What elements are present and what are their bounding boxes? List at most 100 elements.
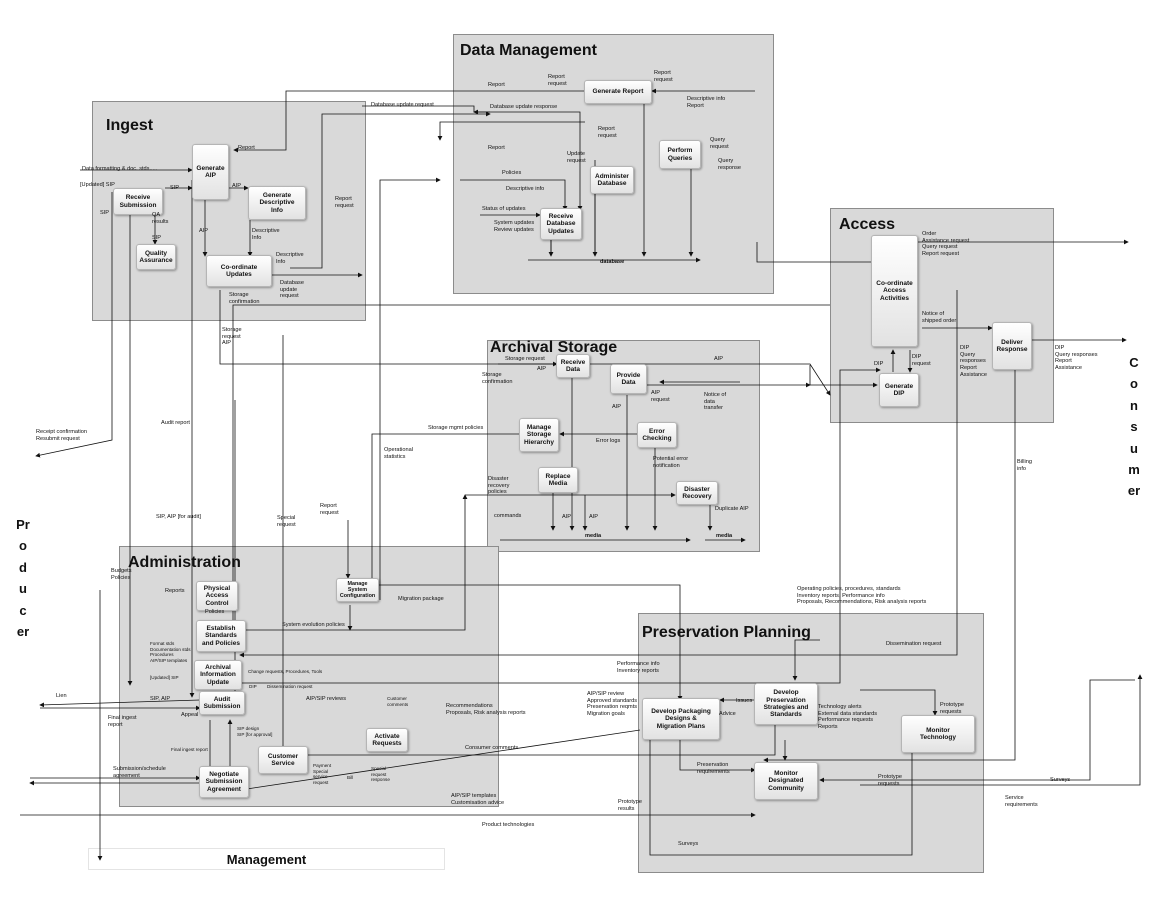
flow-label: Storage request AIP <box>222 327 242 347</box>
flow-label: Preservation requirements <box>697 762 730 775</box>
develop-packaging-box[interactable]: Develop Packaging Designs & Migration Pl… <box>642 698 720 740</box>
flow-label: Bill <box>347 775 354 780</box>
flow-label: commands <box>494 513 522 519</box>
flow-label: Final ingest report <box>171 747 208 752</box>
flow-label: AIP/SIP review Approved standards Preser… <box>587 691 638 718</box>
monitor-technology-box[interactable]: Monitor Technology <box>901 715 975 753</box>
flow-label: AIP <box>232 183 242 189</box>
flow-label: Advice <box>719 711 736 717</box>
flow-label: Storage mgmt policies <box>428 425 484 431</box>
flow-label: Potential error notification <box>653 456 689 469</box>
flow-label: Budgets Policies <box>111 568 132 581</box>
flow-label: Descriptive Info <box>276 252 304 265</box>
receive-submission-box[interactable]: Receive Submission <box>113 188 163 215</box>
flow-label: Data formatting & doc. stds..... <box>82 166 158 172</box>
connector-lines <box>20 88 1143 861</box>
flow-label: Report request <box>654 70 673 83</box>
manage-storage-hierarchy-box[interactable]: Manage Storage Hierarchy <box>519 418 559 452</box>
coordinate-updates-box[interactable]: Co-ordinate Updates <box>206 255 272 287</box>
generate-dip-box[interactable]: Generate DIP <box>879 373 919 407</box>
flow-label: AIP <box>714 356 724 362</box>
archival-information-update-box[interactable]: Archival Information Update <box>194 660 242 690</box>
disaster-recovery-box[interactable]: Disaster Recovery <box>676 481 718 505</box>
flow-label: Prototype requests <box>940 702 964 715</box>
develop-preservation-box[interactable]: Develop Preservation Strategies and Stan… <box>754 683 818 725</box>
audit-submission-box[interactable]: Audit Submission <box>199 691 245 715</box>
receive-database-updates-box[interactable]: Receive Database Updates <box>540 208 582 240</box>
flow-label: Prototype results <box>618 799 642 812</box>
flow-label: Descriptive info <box>506 186 545 192</box>
flow-label: Error logs <box>596 438 621 444</box>
flow-label: Performance info Inventory reports <box>617 661 660 674</box>
flow-label: Dissemination request <box>886 641 942 647</box>
flow-label: Report <box>238 145 255 151</box>
flow-label: Consumer comments <box>465 745 519 751</box>
manage-system-configuration-box[interactable]: Manage System Configuration <box>336 578 379 602</box>
deliver-response-box[interactable]: Deliver Response <box>992 322 1032 370</box>
flow-label: Report request <box>598 126 617 139</box>
flow-label: Database update request <box>371 102 434 108</box>
flow-label: Product technologies <box>482 822 535 828</box>
database-label: database <box>600 259 625 265</box>
receive-data-box[interactable]: Receive Data <box>556 354 590 378</box>
flow-label: Report request <box>548 74 567 87</box>
flow-label: Database update request <box>280 280 304 300</box>
flow-label: Receipt confirmation Resubmit request <box>36 429 87 442</box>
flow-label: Notice of data transfer <box>704 392 727 412</box>
flow-label: AIP <box>562 514 572 520</box>
provide-data-box[interactable]: Provide Data <box>610 364 647 394</box>
flow-label: Descriptive Info <box>252 228 280 241</box>
flow-label: Audit report <box>161 420 190 426</box>
flow-label: Database update response <box>490 104 558 110</box>
flow-label: Customer comments <box>387 696 409 707</box>
flow-label: Special request response <box>371 766 390 782</box>
quality-assurance-box[interactable]: Quality Assurance <box>136 244 176 270</box>
flow-label: Storage request <box>505 356 545 362</box>
flow-label: Surveys <box>1050 777 1071 783</box>
generate-report-box[interactable]: Generate Report <box>584 80 652 104</box>
flow-label: Report request <box>320 503 339 516</box>
flow-label: Report <box>488 145 505 151</box>
flow-label: Duplicate AIP <box>715 506 749 512</box>
flow-label: Surveys <box>678 841 699 847</box>
flow-label: SIP <box>152 235 162 241</box>
flow-label: Storage confirmation <box>482 372 513 385</box>
flow-label: Payment Special service request <box>313 763 332 785</box>
flow-label: Policies <box>502 170 522 176</box>
flow-label: Reports <box>165 588 185 594</box>
flow-label: SIP, AIP <box>150 696 171 702</box>
replace-media-box[interactable]: Replace Media <box>538 467 578 493</box>
establish-standards-box[interactable]: Establish Standards and Policies <box>196 620 246 652</box>
flow-label: [Updated] SIP <box>150 675 179 680</box>
flow-label: AIP/SIP templates Customisation advice <box>451 793 505 806</box>
flow-label: Operating policies, procedures, standard… <box>797 586 927 606</box>
activate-requests-box[interactable]: Activate Requests <box>366 728 408 752</box>
flow-label: Dissemination request <box>267 684 313 689</box>
monitor-community-box[interactable]: Monitor Designated Community <box>754 762 818 800</box>
physical-access-control-box[interactable]: Physical Access Control <box>196 581 238 611</box>
generate-descriptive-info-box[interactable]: Generate Descriptive Info <box>248 186 306 220</box>
flow-label: Disaster recovery policies <box>488 476 510 496</box>
flow-label: Order Assistance request Query request R… <box>922 231 970 258</box>
flow-label: DIP request <box>912 354 931 367</box>
flow-label: Descriptive info Report <box>687 96 726 109</box>
flow-label: DIP <box>249 684 257 689</box>
perform-queries-box[interactable]: Perform Queries <box>659 140 701 169</box>
flow-label: Lien <box>56 693 67 699</box>
customer-service-box[interactable]: Customer Service <box>258 746 308 774</box>
media-label: media <box>585 533 602 539</box>
negotiate-submission-box[interactable]: Negotiate Submission Agreement <box>199 766 249 798</box>
flow-label: AIP <box>199 228 209 234</box>
flow-label: SIP <box>100 210 110 216</box>
error-checking-box[interactable]: Error Checking <box>637 422 677 448</box>
flow-label: Issues <box>736 698 753 704</box>
flow-label: Query response <box>718 158 742 171</box>
flow-label: DIP Query responses Report Assistance <box>960 345 988 378</box>
generate-aip-box[interactable]: Generate AIP <box>192 144 229 200</box>
flow-label: Format stds Documentation stds Procedure… <box>150 641 191 663</box>
flow-label: Submission/schedule agreement <box>113 766 166 779</box>
flow-label: System updates Review updates <box>494 220 535 233</box>
flow-label: [Updated] SIP <box>80 182 115 188</box>
administer-database-box[interactable]: Administer Database <box>590 166 634 194</box>
coordinate-access-activities-box[interactable]: Co-ordinate Access Activities <box>871 235 918 347</box>
